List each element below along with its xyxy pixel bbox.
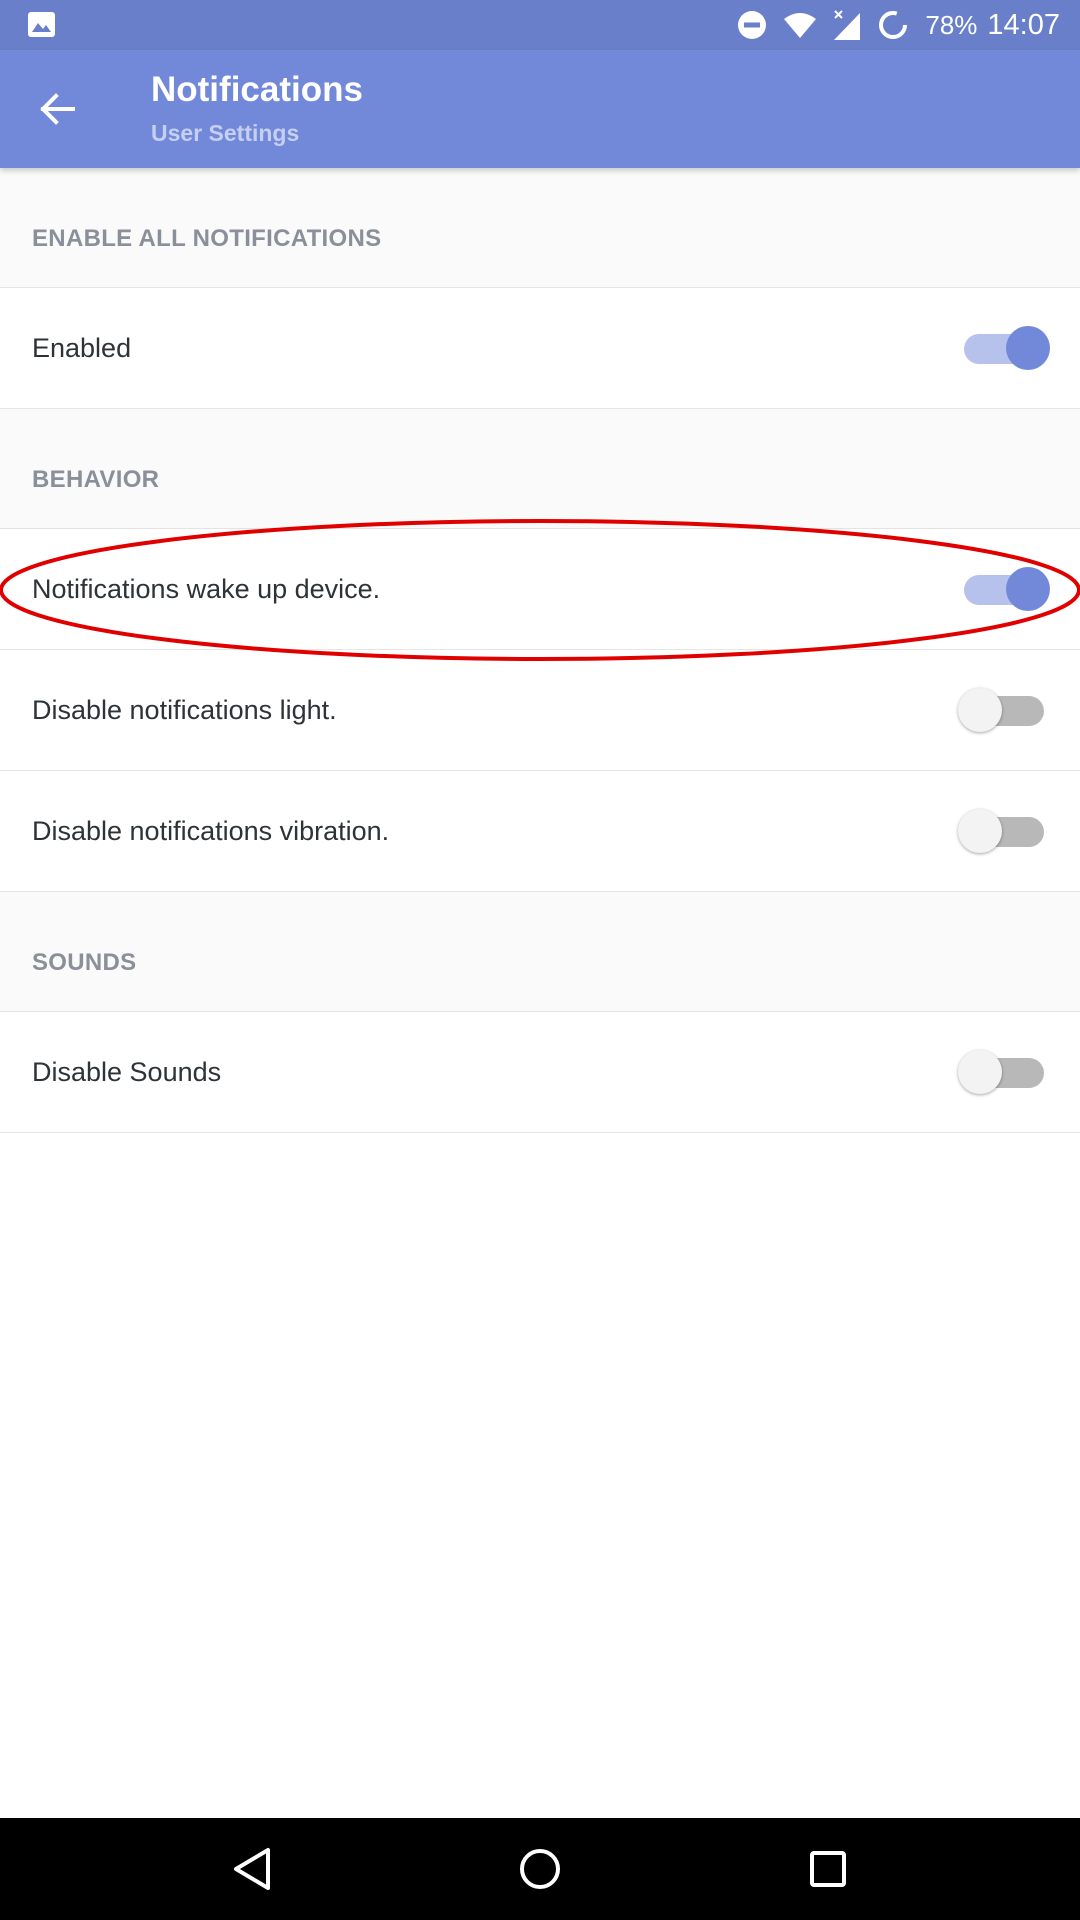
- setting-label: Enabled: [32, 333, 132, 363]
- back-button[interactable]: [28, 80, 86, 138]
- setting-label: Disable notifications light.: [32, 695, 337, 725]
- page-subtitle: User Settings: [151, 120, 300, 146]
- section-header-label: ENABLE ALL NOTIFICATIONS: [32, 225, 382, 252]
- arrow-back-icon: [40, 93, 75, 125]
- toggle-thumb: [958, 809, 1002, 853]
- setting-row-wake-up-device[interactable]: Notifications wake up device.: [0, 529, 1080, 650]
- setting-row-enabled[interactable]: Enabled: [0, 288, 1080, 409]
- section-header-behavior: BEHAVIOR: [0, 409, 1080, 529]
- status-bar: 78% 14:07: [0, 0, 1080, 50]
- enabled-toggle[interactable]: [962, 326, 1050, 370]
- battery-saver-icon: [879, 11, 908, 39]
- section-header-sounds: SOUNDS: [0, 892, 1080, 1012]
- back-triangle-icon: [234, 1848, 270, 1890]
- clock: 14:07: [987, 8, 1060, 41]
- setting-row-disable-vibration[interactable]: Disable notifications vibration.: [0, 771, 1080, 892]
- disable-sounds-toggle[interactable]: [958, 1050, 1046, 1094]
- toggle-thumb: [958, 688, 1002, 732]
- nav-back-button[interactable]: [222, 1839, 282, 1899]
- disable-light-toggle[interactable]: [958, 688, 1046, 732]
- do-not-disturb-icon: [738, 11, 767, 39]
- system-nav-bar: [0, 1818, 1080, 1920]
- section-header-label: BEHAVIOR: [32, 466, 160, 493]
- setting-label: Notifications wake up device.: [32, 574, 381, 604]
- setting-row-disable-sounds[interactable]: Disable Sounds: [0, 1012, 1080, 1133]
- toggle-thumb: [1006, 326, 1050, 370]
- nav-home-button[interactable]: [510, 1839, 570, 1899]
- wifi-icon: [784, 13, 817, 38]
- status-icons: 78% 14:07: [737, 0, 1060, 50]
- signal-icon: [834, 10, 861, 40]
- setting-label: Disable notifications vibration.: [32, 816, 390, 846]
- recents-square-icon: [810, 1851, 846, 1887]
- image-icon: [28, 12, 55, 37]
- section-header-enable-all: ENABLE ALL NOTIFICATIONS: [0, 168, 1080, 288]
- disable-vibration-toggle[interactable]: [958, 809, 1046, 853]
- nav-recents-button[interactable]: [798, 1839, 858, 1899]
- page-title: Notifications: [151, 70, 363, 109]
- section-header-label: SOUNDS: [32, 949, 137, 976]
- toggle-thumb: [1006, 567, 1050, 611]
- home-circle-icon: [520, 1849, 560, 1889]
- app-bar: Notifications User Settings: [0, 50, 1080, 168]
- wake-up-device-toggle[interactable]: [962, 567, 1050, 611]
- setting-row-disable-light[interactable]: Disable notifications light.: [0, 650, 1080, 771]
- setting-label: Disable Sounds: [32, 1057, 222, 1087]
- toggle-thumb: [958, 1050, 1002, 1094]
- battery-percentage: 78%: [925, 9, 978, 40]
